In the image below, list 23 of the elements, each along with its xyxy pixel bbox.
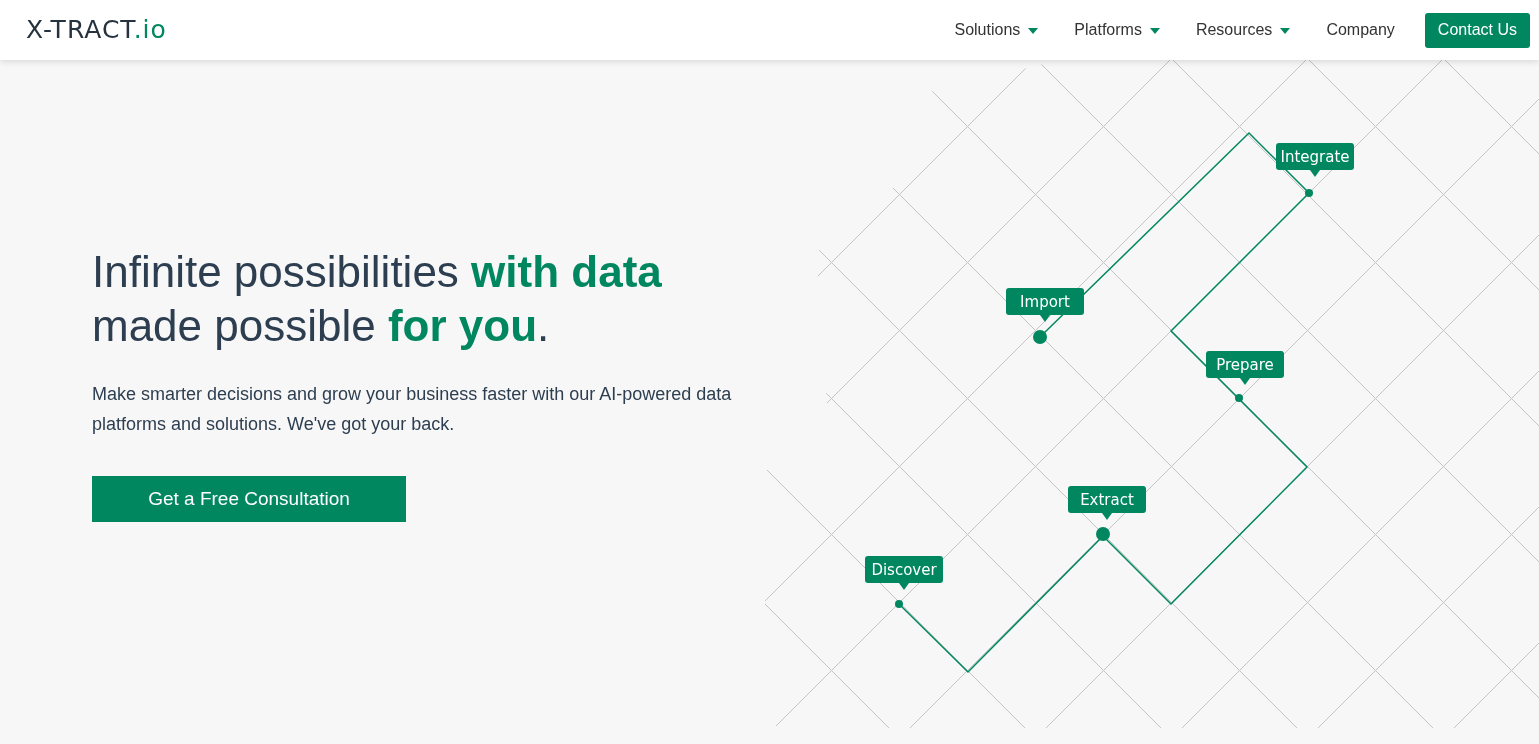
step-label: Integrate [1276, 143, 1354, 177]
node-dot [1235, 394, 1243, 402]
node-dot [1096, 527, 1110, 541]
step-label: Import [1006, 288, 1084, 322]
nav-link[interactable]: Company [1308, 18, 1413, 42]
step-label: Extract [1068, 486, 1146, 520]
logo[interactable]: X-TRACT.io [26, 11, 167, 49]
contact-button[interactable]: Contact Us [1424, 12, 1530, 48]
node-dot [1033, 330, 1047, 344]
hero-text: Make smarter decisions and grow your business faster with our AI-powered data platforms and solutions. We've got your back. [92, 383, 733, 436]
node-dot [895, 600, 903, 608]
headline: made possible for you. [92, 300, 551, 352]
caret-icon [1280, 28, 1291, 34]
caret-icon [1028, 28, 1039, 34]
step-label: Prepare [1206, 351, 1284, 385]
node-dot [1305, 189, 1313, 197]
nav-link[interactable]: Resources [1177, 18, 1309, 42]
caret-icon [1149, 28, 1160, 34]
headline: Infinite possibilities with data [92, 246, 663, 298]
consultation-button[interactable]: Get a Free Consultation [92, 476, 406, 522]
step-label: Discover [865, 556, 943, 590]
nav-link[interactable]: Solutions [936, 18, 1057, 42]
nav-link[interactable]: Platforms [1056, 18, 1178, 42]
